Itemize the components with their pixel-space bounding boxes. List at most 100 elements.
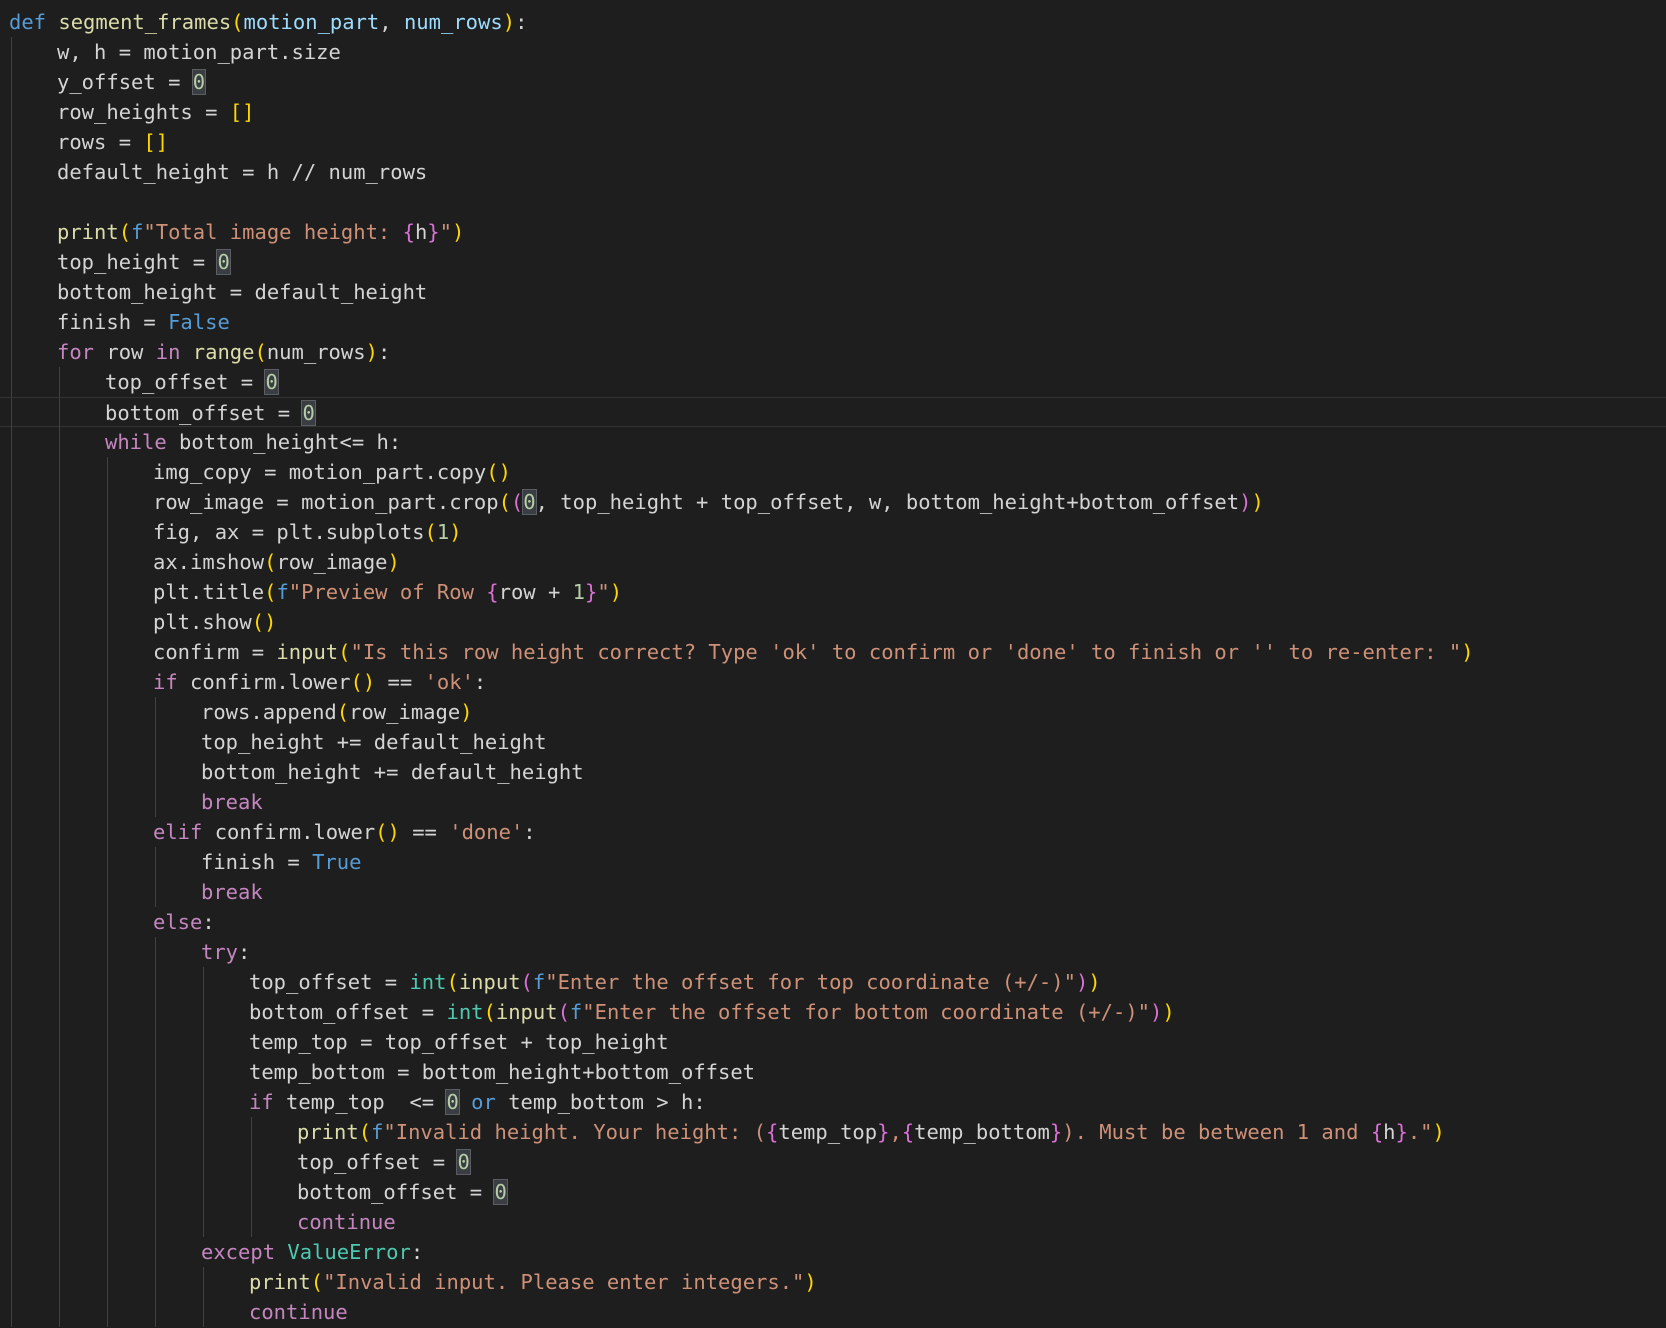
code-token: : [377, 340, 391, 364]
code-text: bottom_offset = 0 [105, 398, 316, 428]
code-line[interactable]: bottom_offset = 0 [0, 397, 1666, 428]
code-line[interactable]: for row in range(num_rows): [0, 337, 1666, 367]
code-line[interactable]: top_offset = 0 [0, 1147, 1666, 1177]
code-text: top_height = 0 [57, 247, 231, 277]
code-token: break [201, 790, 263, 814]
code-line[interactable]: if temp_top <= 0 or temp_bottom > h: [0, 1087, 1666, 1117]
code-token: "Preview of Row [288, 580, 487, 604]
code-token: 'done' [449, 820, 524, 844]
code-line[interactable]: continue [0, 1297, 1666, 1327]
indent-guide [251, 1207, 252, 1237]
code-line[interactable]: bottom_height = default_height [0, 277, 1666, 307]
code-line[interactable]: elif confirm.lower() == 'done': [0, 817, 1666, 847]
code-line[interactable]: continue [0, 1207, 1666, 1237]
code-token: ) [365, 340, 378, 364]
code-line[interactable]: except ValueError: [0, 1237, 1666, 1267]
code-token: [] [229, 100, 255, 124]
code-token: while [105, 430, 167, 454]
code-line[interactable]: bottom_height += default_height [0, 757, 1666, 787]
code-line[interactable]: top_offset = 0 [0, 367, 1666, 397]
code-token: 1 [572, 580, 586, 604]
indent-guide [59, 1207, 60, 1237]
code-line[interactable]: bottom_offset = int(input(f"Enter the of… [0, 997, 1666, 1027]
code-line[interactable]: plt.show() [0, 607, 1666, 637]
indent-guide [11, 517, 12, 547]
indent-guide [203, 997, 204, 1027]
code-text: for row in range(num_rows): [57, 337, 390, 367]
code-token: ax.imshow [153, 550, 265, 574]
code-line[interactable]: else: [0, 907, 1666, 937]
code-token: segment_frames [58, 10, 232, 34]
code-token: () [375, 820, 400, 844]
code-token: "Invalid height. Your height: ( [383, 1120, 767, 1144]
indent-guide [251, 1177, 252, 1207]
code-token: 'ok' [424, 670, 474, 694]
code-token: 0 [456, 1149, 471, 1175]
code-line[interactable]: img_copy = motion_part.copy() [0, 457, 1666, 487]
indent-guide [11, 607, 12, 637]
indent-guide [155, 1117, 156, 1147]
indent-guide [203, 1297, 204, 1327]
code-token: ) [449, 520, 462, 544]
indent-guide [11, 757, 12, 787]
code-line[interactable]: if confirm.lower() == 'ok': [0, 667, 1666, 697]
code-line[interactable]: print(f"Total image height: {h}") [0, 217, 1666, 247]
code-line[interactable]: finish = True [0, 847, 1666, 877]
code-line[interactable]: top_height += default_height [0, 727, 1666, 757]
code-token: ) [1461, 640, 1474, 664]
code-line[interactable]: row_image = motion_part.crop((0, top_hei… [0, 487, 1666, 517]
code-token: ( [264, 550, 277, 574]
code-line[interactable]: print(f"Invalid height. Your height: ({t… [0, 1117, 1666, 1147]
code-line[interactable]: plt.title(f"Preview of Row {row + 1}") [0, 577, 1666, 607]
indent-guide [203, 1207, 204, 1237]
indent-guide [59, 427, 60, 457]
code-token: ." [1407, 1120, 1433, 1144]
indent-guide [11, 337, 12, 367]
code-line[interactable]: temp_top = top_offset + top_height [0, 1027, 1666, 1057]
code-line[interactable]: fig, ax = plt.subplots(1) [0, 517, 1666, 547]
code-line[interactable]: while bottom_height<= h: [0, 427, 1666, 457]
code-token: ) [1251, 490, 1264, 514]
code-line[interactable]: ax.imshow(row_image) [0, 547, 1666, 577]
indent-guide [203, 967, 204, 997]
code-token: ) [804, 1270, 817, 1294]
indent-guide [59, 457, 60, 487]
code-token: } [585, 580, 598, 604]
code-line[interactable]: rows.append(row_image) [0, 697, 1666, 727]
code-text: if temp_top <= 0 or temp_bottom > h: [249, 1087, 706, 1117]
code-line[interactable]: temp_bottom = bottom_height+bottom_offse… [0, 1057, 1666, 1087]
code-line[interactable]: try: [0, 937, 1666, 967]
code-line[interactable]: top_offset = int(input(f"Enter the offse… [0, 967, 1666, 997]
code-line[interactable]: break [0, 877, 1666, 907]
code-line[interactable]: y_offset = 0 [0, 67, 1666, 97]
code-line[interactable]: default_height = h // num_rows [0, 157, 1666, 187]
code-token: { [402, 220, 415, 244]
code-token: row_image [276, 550, 388, 574]
code-token: row_image [349, 700, 461, 724]
code-line[interactable]: top_height = 0 [0, 247, 1666, 277]
indent-guide [11, 277, 12, 307]
code-line[interactable]: break [0, 787, 1666, 817]
code-line[interactable]: def segment_frames(motion_part, num_rows… [0, 7, 1666, 37]
code-line[interactable] [0, 187, 1666, 217]
code-line[interactable]: finish = False [0, 307, 1666, 337]
indent-guide [11, 907, 12, 937]
code-token: elif [153, 820, 203, 844]
indent-guide [107, 1297, 108, 1327]
code-token: rows.append [201, 700, 337, 724]
indent-guide [11, 1087, 12, 1117]
code-line[interactable]: row_heights = [] [0, 97, 1666, 127]
code-line[interactable]: w, h = motion_part.size [0, 37, 1666, 67]
code-text: rows.append(row_image) [201, 697, 473, 727]
code-token: print [249, 1270, 311, 1294]
code-line[interactable]: rows = [] [0, 127, 1666, 157]
code-text: elif confirm.lower() == 'done': [153, 817, 536, 847]
code-editor[interactable]: def segment_frames(motion_part, num_rows… [0, 0, 1666, 1328]
code-line[interactable]: print("Invalid input. Please enter integ… [0, 1267, 1666, 1297]
code-line[interactable]: confirm = input("Is this row height corr… [0, 637, 1666, 667]
code-token: f [532, 970, 546, 994]
code-line[interactable]: bottom_offset = 0 [0, 1177, 1666, 1207]
code-text: default_height = h // num_rows [57, 157, 427, 187]
code-token: or [471, 1090, 496, 1114]
